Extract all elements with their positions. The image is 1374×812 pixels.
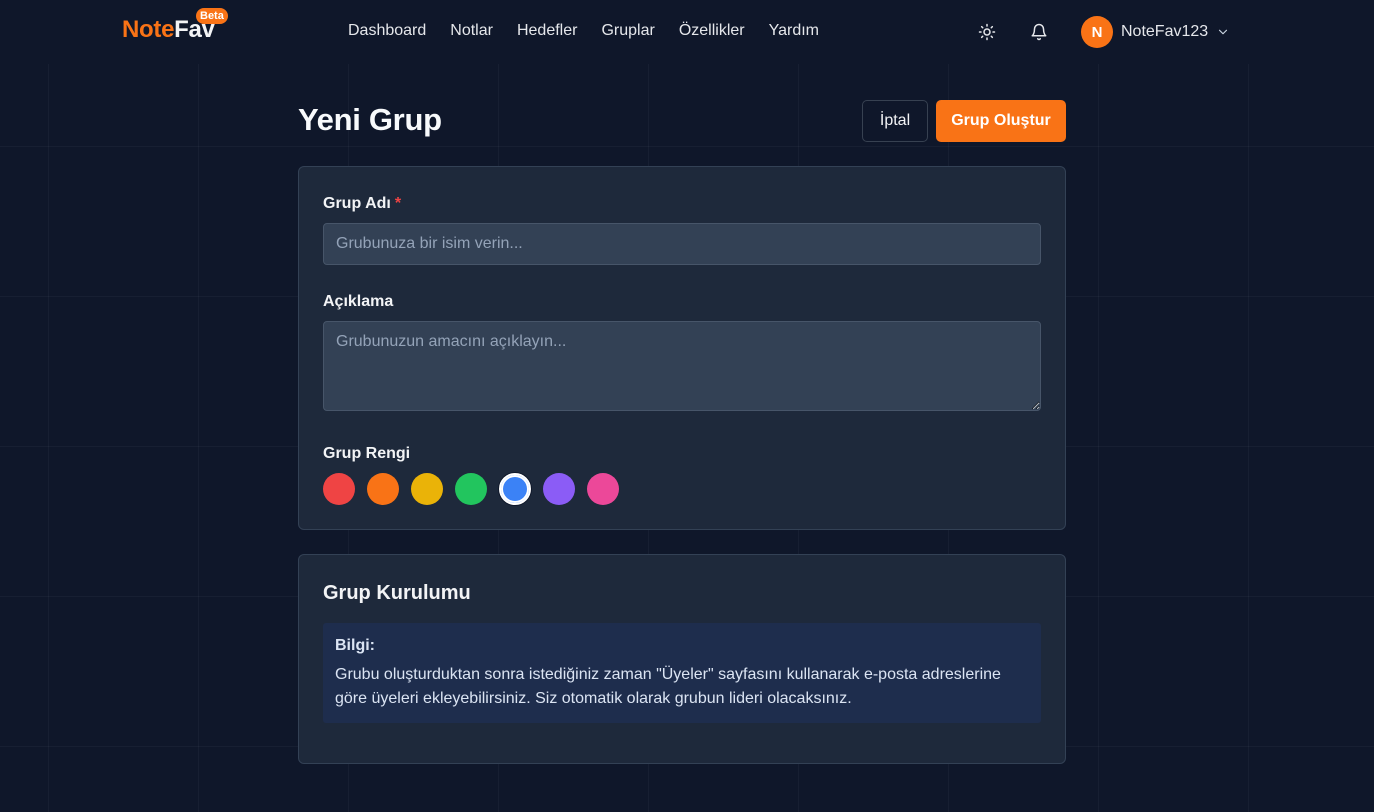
beta-badge: Beta [196, 8, 228, 24]
description-label: Açıklama [323, 293, 394, 310]
color-swatch-orange[interactable] [367, 473, 399, 505]
main-nav: Dashboard Notlar Hedefler Gruplar Özelli… [348, 22, 819, 40]
sun-icon [978, 23, 996, 41]
logo-note: Note [122, 16, 175, 43]
group-name-input[interactable] [323, 223, 1041, 265]
group-color-label: Grup Rengi [323, 445, 411, 462]
color-picker [323, 473, 619, 505]
color-swatch-purple[interactable] [543, 473, 575, 505]
info-box: Bilgi: Grubu oluşturduktan sonra istediğ… [323, 623, 1041, 723]
info-text: Grubu oluşturduktan sonra istediğiniz za… [335, 666, 1001, 707]
bell-icon [1031, 23, 1047, 41]
group-name-label: Grup Adı * [323, 195, 401, 213]
setup-title: Grup Kurulumu [323, 582, 471, 604]
required-mark: * [394, 195, 402, 212]
username: NoteFav123 [1121, 23, 1209, 40]
nav-link-ozellikler[interactable]: Özellikler [679, 22, 745, 40]
nav-link-yardim[interactable]: Yardım [769, 22, 819, 40]
color-swatch-pink[interactable] [587, 473, 619, 505]
group-form-card: Grup Adı* Açıklama Grup Rengi [298, 166, 1066, 530]
nav-link-hedefler[interactable]: Hedefler [517, 22, 577, 40]
color-swatch-red[interactable] [323, 473, 355, 505]
nav-link-gruplar[interactable]: Gruplar [601, 22, 654, 40]
nav-link-dashboard[interactable]: Dashboard [348, 22, 426, 40]
description-textarea[interactable] [323, 321, 1041, 411]
color-swatch-blue[interactable] [499, 473, 531, 505]
navbar: NoteFav Beta Dashboard Notlar Hedefler G… [0, 0, 1374, 64]
group-setup-card: Grup Kurulumu Bilgi: Grubu oluşturduktan… [298, 554, 1066, 764]
color-swatch-yellow[interactable] [411, 473, 443, 505]
theme-toggle-button[interactable] [975, 20, 999, 44]
cancel-button[interactable]: İptal [862, 100, 928, 142]
group-name-label-text: Grup Adı [323, 195, 391, 212]
info-title: Bilgi: [335, 637, 375, 654]
create-group-button[interactable]: Grup Oluştur [936, 100, 1066, 142]
nav-link-notlar[interactable]: Notlar [450, 22, 493, 40]
user-menu[interactable]: N NoteFav123 [1081, 16, 1230, 48]
page-title: Yeni Grup [298, 102, 442, 137]
avatar: N [1081, 16, 1113, 48]
color-swatch-green[interactable] [455, 473, 487, 505]
notifications-button[interactable] [1027, 20, 1051, 44]
chevron-down-icon [1216, 25, 1230, 39]
